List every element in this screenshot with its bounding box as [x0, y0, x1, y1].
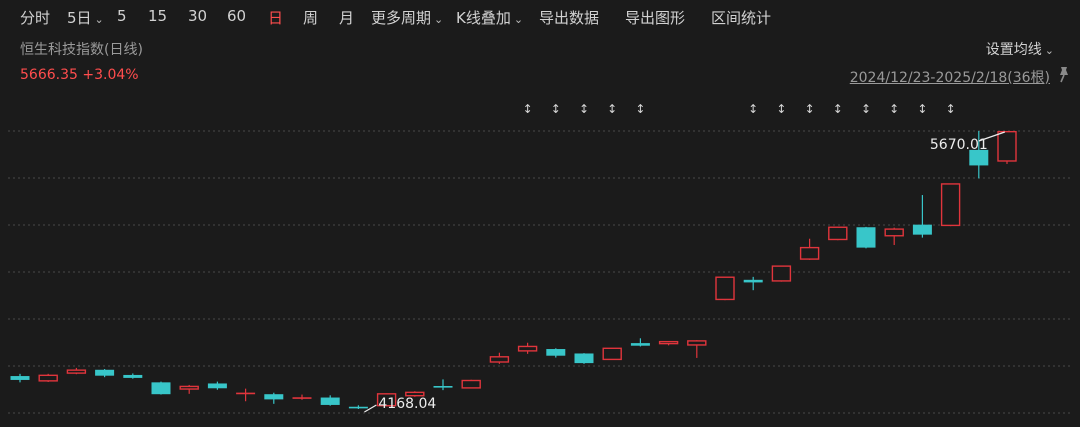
candle[interactable] — [715, 276, 735, 301]
candle-body — [151, 382, 171, 395]
candle-body — [179, 385, 199, 390]
arrow-icon — [364, 404, 377, 413]
candle-body — [884, 228, 904, 237]
candle-body — [123, 374, 143, 378]
up-down-arrow-icon[interactable]: ↕ — [805, 102, 815, 116]
candle[interactable] — [207, 381, 227, 390]
candle[interactable] — [517, 342, 538, 354]
candle[interactable] — [884, 227, 904, 246]
candle-body — [940, 183, 961, 227]
candle[interactable] — [743, 276, 763, 291]
candle[interactable] — [95, 369, 115, 378]
candles — [10, 130, 1017, 410]
min-price-label: 4168.04 — [378, 396, 436, 412]
candle[interactable] — [461, 379, 481, 389]
candle-body — [517, 345, 538, 352]
max-price-label: 5670.01 — [930, 137, 988, 153]
candle[interactable] — [264, 392, 284, 404]
candle-body — [658, 340, 679, 345]
up-down-arrow-icon[interactable]: ↕ — [523, 102, 533, 116]
candle[interactable] — [828, 226, 848, 241]
candle-body — [461, 379, 481, 389]
candle-body — [997, 130, 1017, 162]
candle-body — [574, 353, 594, 364]
candle[interactable] — [38, 373, 58, 382]
candle[interactable] — [151, 381, 171, 395]
candle[interactable] — [292, 394, 312, 400]
candle[interactable] — [997, 130, 1017, 164]
candlestick-chart: ↕ ↕ ↕ ↕ ↕ ↕ ↕ ↕ ↕ ↕ ↕ ↕ ↕ 4168.04 5670.01 — [8, 102, 1072, 414]
candle-body — [320, 397, 340, 405]
candle-body — [771, 265, 792, 282]
candle-body — [912, 224, 932, 235]
up-down-arrow-icon[interactable]: ↕ — [946, 102, 956, 116]
candle[interactable] — [123, 373, 143, 379]
candle-body — [207, 383, 227, 389]
candle-body — [66, 369, 87, 374]
up-down-arrow-icon[interactable]: ↕ — [635, 102, 645, 116]
candle-body — [264, 394, 284, 400]
candle[interactable] — [687, 340, 707, 358]
candle-body — [546, 349, 566, 356]
candle-body — [10, 376, 30, 380]
candle[interactable] — [912, 195, 932, 238]
up-down-arrow-icon[interactable]: ↕ — [551, 102, 561, 116]
up-down-arrow-icon[interactable]: ↕ — [861, 102, 871, 116]
candle[interactable] — [856, 226, 876, 249]
candle-body — [630, 343, 650, 346]
candle-body — [743, 279, 763, 283]
candle-body — [602, 347, 622, 361]
candle[interactable] — [320, 395, 340, 406]
candle-body — [856, 227, 876, 248]
event-markers: ↕ ↕ ↕ ↕ ↕ ↕ ↕ ↕ ↕ ↕ ↕ ↕ ↕ — [523, 102, 956, 116]
up-down-arrow-icon[interactable]: ↕ — [889, 102, 899, 116]
candle[interactable] — [602, 347, 622, 361]
candle[interactable] — [658, 340, 679, 346]
up-down-arrow-icon[interactable]: ↕ — [776, 102, 786, 116]
candle[interactable] — [574, 353, 594, 364]
up-down-arrow-icon[interactable]: ↕ — [917, 102, 927, 116]
candle-body — [799, 246, 820, 260]
candle-body — [95, 369, 115, 376]
candle-body — [489, 356, 510, 363]
candle[interactable] — [799, 238, 820, 260]
up-down-arrow-icon[interactable]: ↕ — [607, 102, 617, 116]
candle[interactable] — [236, 388, 256, 402]
candle[interactable] — [940, 183, 961, 227]
candle-body — [38, 374, 58, 382]
candle[interactable] — [546, 348, 566, 358]
candle[interactable] — [433, 379, 453, 391]
candle[interactable] — [630, 338, 650, 347]
candle[interactable] — [10, 373, 30, 383]
candle[interactable] — [179, 384, 199, 394]
candle-body — [687, 340, 707, 346]
up-down-arrow-icon[interactable]: ↕ — [833, 102, 843, 116]
up-down-arrow-icon[interactable]: ↕ — [579, 102, 589, 116]
chart-grid — [8, 130, 1072, 414]
candle[interactable] — [348, 405, 368, 410]
candle[interactable] — [489, 352, 510, 364]
candle-body — [828, 226, 848, 241]
candle[interactable] — [66, 367, 87, 375]
candle-body — [715, 276, 735, 301]
candle[interactable] — [771, 265, 792, 282]
up-down-arrow-icon[interactable]: ↕ — [748, 102, 758, 116]
